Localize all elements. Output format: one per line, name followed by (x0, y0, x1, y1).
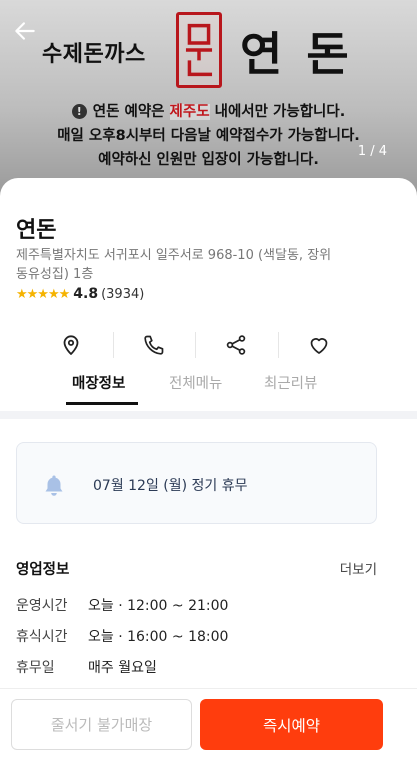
detail-tabs: 매장정보 전체메뉴 최근리뷰 (0, 372, 417, 406)
holiday-notice-card: 07월 12일 (월) 정기 휴무 (16, 442, 377, 524)
location-button[interactable] (30, 328, 113, 362)
favorite-button[interactable] (277, 328, 361, 362)
business-info-more-link[interactable]: 더보기 (340, 558, 377, 578)
banner-notice-line-3: 예약하신 인원만 입장이 가능합니다. (98, 152, 319, 168)
tab-recent-reviews[interactable]: 최근리뷰 (264, 372, 317, 393)
warning-icon: ! (71, 104, 87, 119)
closed-day-row: 휴무일 매주 월요일 (16, 657, 157, 677)
tab-store-info[interactable]: 매장정보 (72, 372, 125, 393)
bottom-action-bar: 줄서기 불가매장 즉시예약 (0, 688, 417, 757)
back-arrow-icon (15, 22, 35, 40)
active-tab-indicator (66, 402, 138, 405)
phone-icon (144, 335, 164, 355)
store-banner[interactable]: 수제돈까스 연 돈 ! 연돈 예약은 제주도 내에서만 가능합니다. 매일 오후8… (0, 0, 417, 196)
business-info-title: 영업정보 (16, 562, 70, 578)
banner-notice-line-2: 매일 오후8시부터 다음날 예약접수가 가능합니다. (57, 128, 360, 144)
back-button[interactable] (12, 18, 40, 46)
info-value: 오늘 · 16:00 ~ 18:00 (88, 629, 229, 645)
queue-unavailable-button[interactable]: 줄서기 불가매장 (11, 699, 192, 750)
share-icon (226, 335, 246, 355)
section-divider (0, 411, 417, 419)
location-pin-icon (63, 335, 79, 355)
banner-notice-line-1: ! 연돈 예약은 제주도 내에서만 가능합니다. (0, 100, 417, 121)
break-time-row: 휴식시간 오늘 · 16:00 ~ 18:00 (16, 626, 228, 646)
store-detail-sheet: 연돈 제주특별자치도 서귀포시 일주서로 968-10 (색달동, 장위동유성집… (0, 178, 417, 757)
info-label: 운영시간 (16, 598, 68, 614)
image-page-indicator: 1 / 4 (357, 144, 387, 159)
share-button[interactable] (195, 328, 278, 362)
tab-full-menu[interactable]: 전체메뉴 (169, 372, 222, 393)
holiday-text: 07월 12일 (월) 정기 휴무 (93, 478, 248, 494)
store-name: 연돈 (16, 218, 57, 243)
call-button[interactable] (112, 328, 196, 362)
info-label: 휴무일 (16, 660, 55, 676)
business-hours-row: 운영시간 오늘 · 12:00 ~ 21:00 (16, 595, 228, 615)
bell-icon (45, 475, 63, 496)
brand-seal-logo (176, 12, 222, 88)
info-label: 휴식시간 (16, 629, 68, 645)
banner-brand-name: 연 돈 (240, 27, 353, 81)
heart-icon (310, 338, 328, 354)
action-bar (30, 328, 360, 362)
rating-score: 4.8 (73, 286, 99, 302)
store-address: 제주특별자치도 서귀포시 일주서로 968-10 (색달동, 장위동유성집) 1… (16, 248, 332, 282)
rating-stars-icon: ★★★★★ (16, 286, 70, 302)
banner-brand-text: 수제돈까스 (42, 42, 146, 67)
review-count: (3934) (101, 286, 145, 302)
info-value: 매주 월요일 (88, 660, 157, 676)
info-value: 오늘 · 12:00 ~ 21:00 (88, 598, 229, 614)
store-rating[interactable]: ★★★★★ 4.8 (3934) (16, 286, 144, 302)
highlight-jeju: 제주도 (169, 104, 210, 120)
instant-reserve-button[interactable]: 즉시예약 (200, 699, 383, 750)
